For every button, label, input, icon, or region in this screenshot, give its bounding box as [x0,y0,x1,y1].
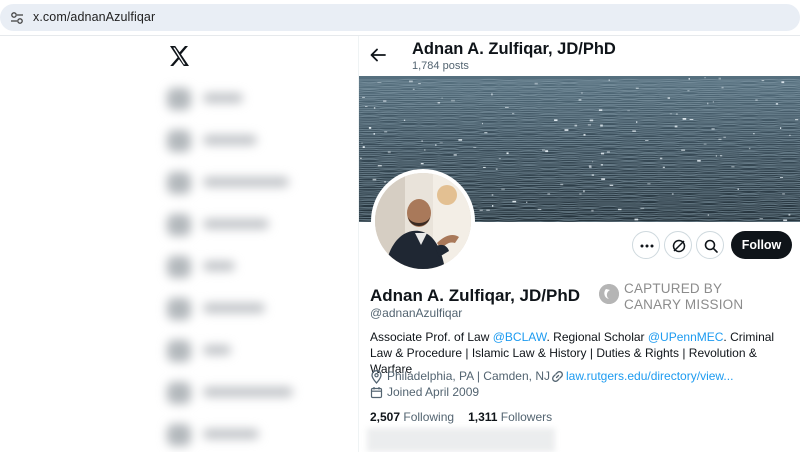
nav-item[interactable] [161,337,321,363]
nav-item[interactable] [161,295,321,321]
website-text[interactable]: law.rutgers.edu/directory/view... [566,369,733,383]
nav-item[interactable] [161,211,321,237]
search-button[interactable] [696,231,724,259]
grok-button[interactable] [664,231,692,259]
profile-location: Philadelphia, PA | Camden, NJ [370,369,550,385]
url-text[interactable]: x.com/adnanAzulfiqar [33,10,155,24]
x-logo-icon[interactable] [167,44,191,68]
profile-column: Adnan A. Zulfiqar, JD/PhD 1,784 posts Fo… [359,36,800,452]
post-count: 1,784 posts [412,60,469,72]
link-icon [552,371,563,382]
more-button[interactable] [632,231,660,259]
joined-text: Joined April 2009 [387,385,480,399]
header-name: Adnan A. Zulfiqar, JD/PhD [412,40,616,58]
nav-item[interactable] [161,421,321,447]
bio-text: . Regional Scholar [546,330,648,344]
watermark: CAPTURED BY CANARY MISSION [599,281,759,312]
profile-website[interactable]: law.rutgers.edu/directory/view... [551,369,751,385]
bio-link-bclaw[interactable]: @BCLAW [493,330,547,344]
bio-text: Associate Prof. of Law [370,330,493,344]
profile-handle: @adnanAzulfiqar [370,306,463,320]
nav-item[interactable] [161,127,321,153]
nav-item[interactable] [161,253,321,279]
followers-link[interactable]: 1,311 Followers [468,410,552,424]
follow-button[interactable]: Follow [731,231,792,259]
grok-icon [672,239,686,253]
following-link[interactable]: 2,507 Following [370,410,454,424]
nav-item[interactable] [161,379,321,405]
location-pin-icon [371,370,382,384]
follow-stats: 2,507 Following 1,311 Followers [370,410,552,424]
watermark-line2: CANARY MISSION [624,297,744,312]
following-count: 2,507 [370,410,401,424]
canary-mission-seal-icon [599,284,619,304]
following-label: Following [403,410,455,424]
followers-count: 1,311 [468,410,498,424]
nav-item[interactable] [161,85,321,111]
nav-item[interactable] [161,169,321,195]
more-icon [640,244,654,248]
left-navigation [155,36,360,452]
back-arrow-icon[interactable] [367,44,389,66]
bio-link-upennmec[interactable]: @UPennMEC [648,330,724,344]
location-text: Philadelphia, PA | Camden, NJ [387,369,550,383]
calendar-icon [370,387,383,399]
followers-label: Followers [500,410,553,424]
address-field[interactable]: x.com/adnanAzulfiqar [0,4,800,31]
blurred-content [367,428,555,452]
browser-url-bar: x.com/adnanAzulfiqar [0,0,800,36]
avatar-photo [375,173,471,269]
site-settings-icon[interactable] [10,11,24,25]
watermark-line1: CAPTURED BY [624,281,723,296]
blurred-nav-items [161,81,351,452]
profile-avatar[interactable] [371,169,475,273]
search-icon [704,239,718,253]
profile-joined: Joined April 2009 [370,385,530,401]
profile-name: Adnan A. Zulfiqar, JD/PhD [370,286,580,305]
